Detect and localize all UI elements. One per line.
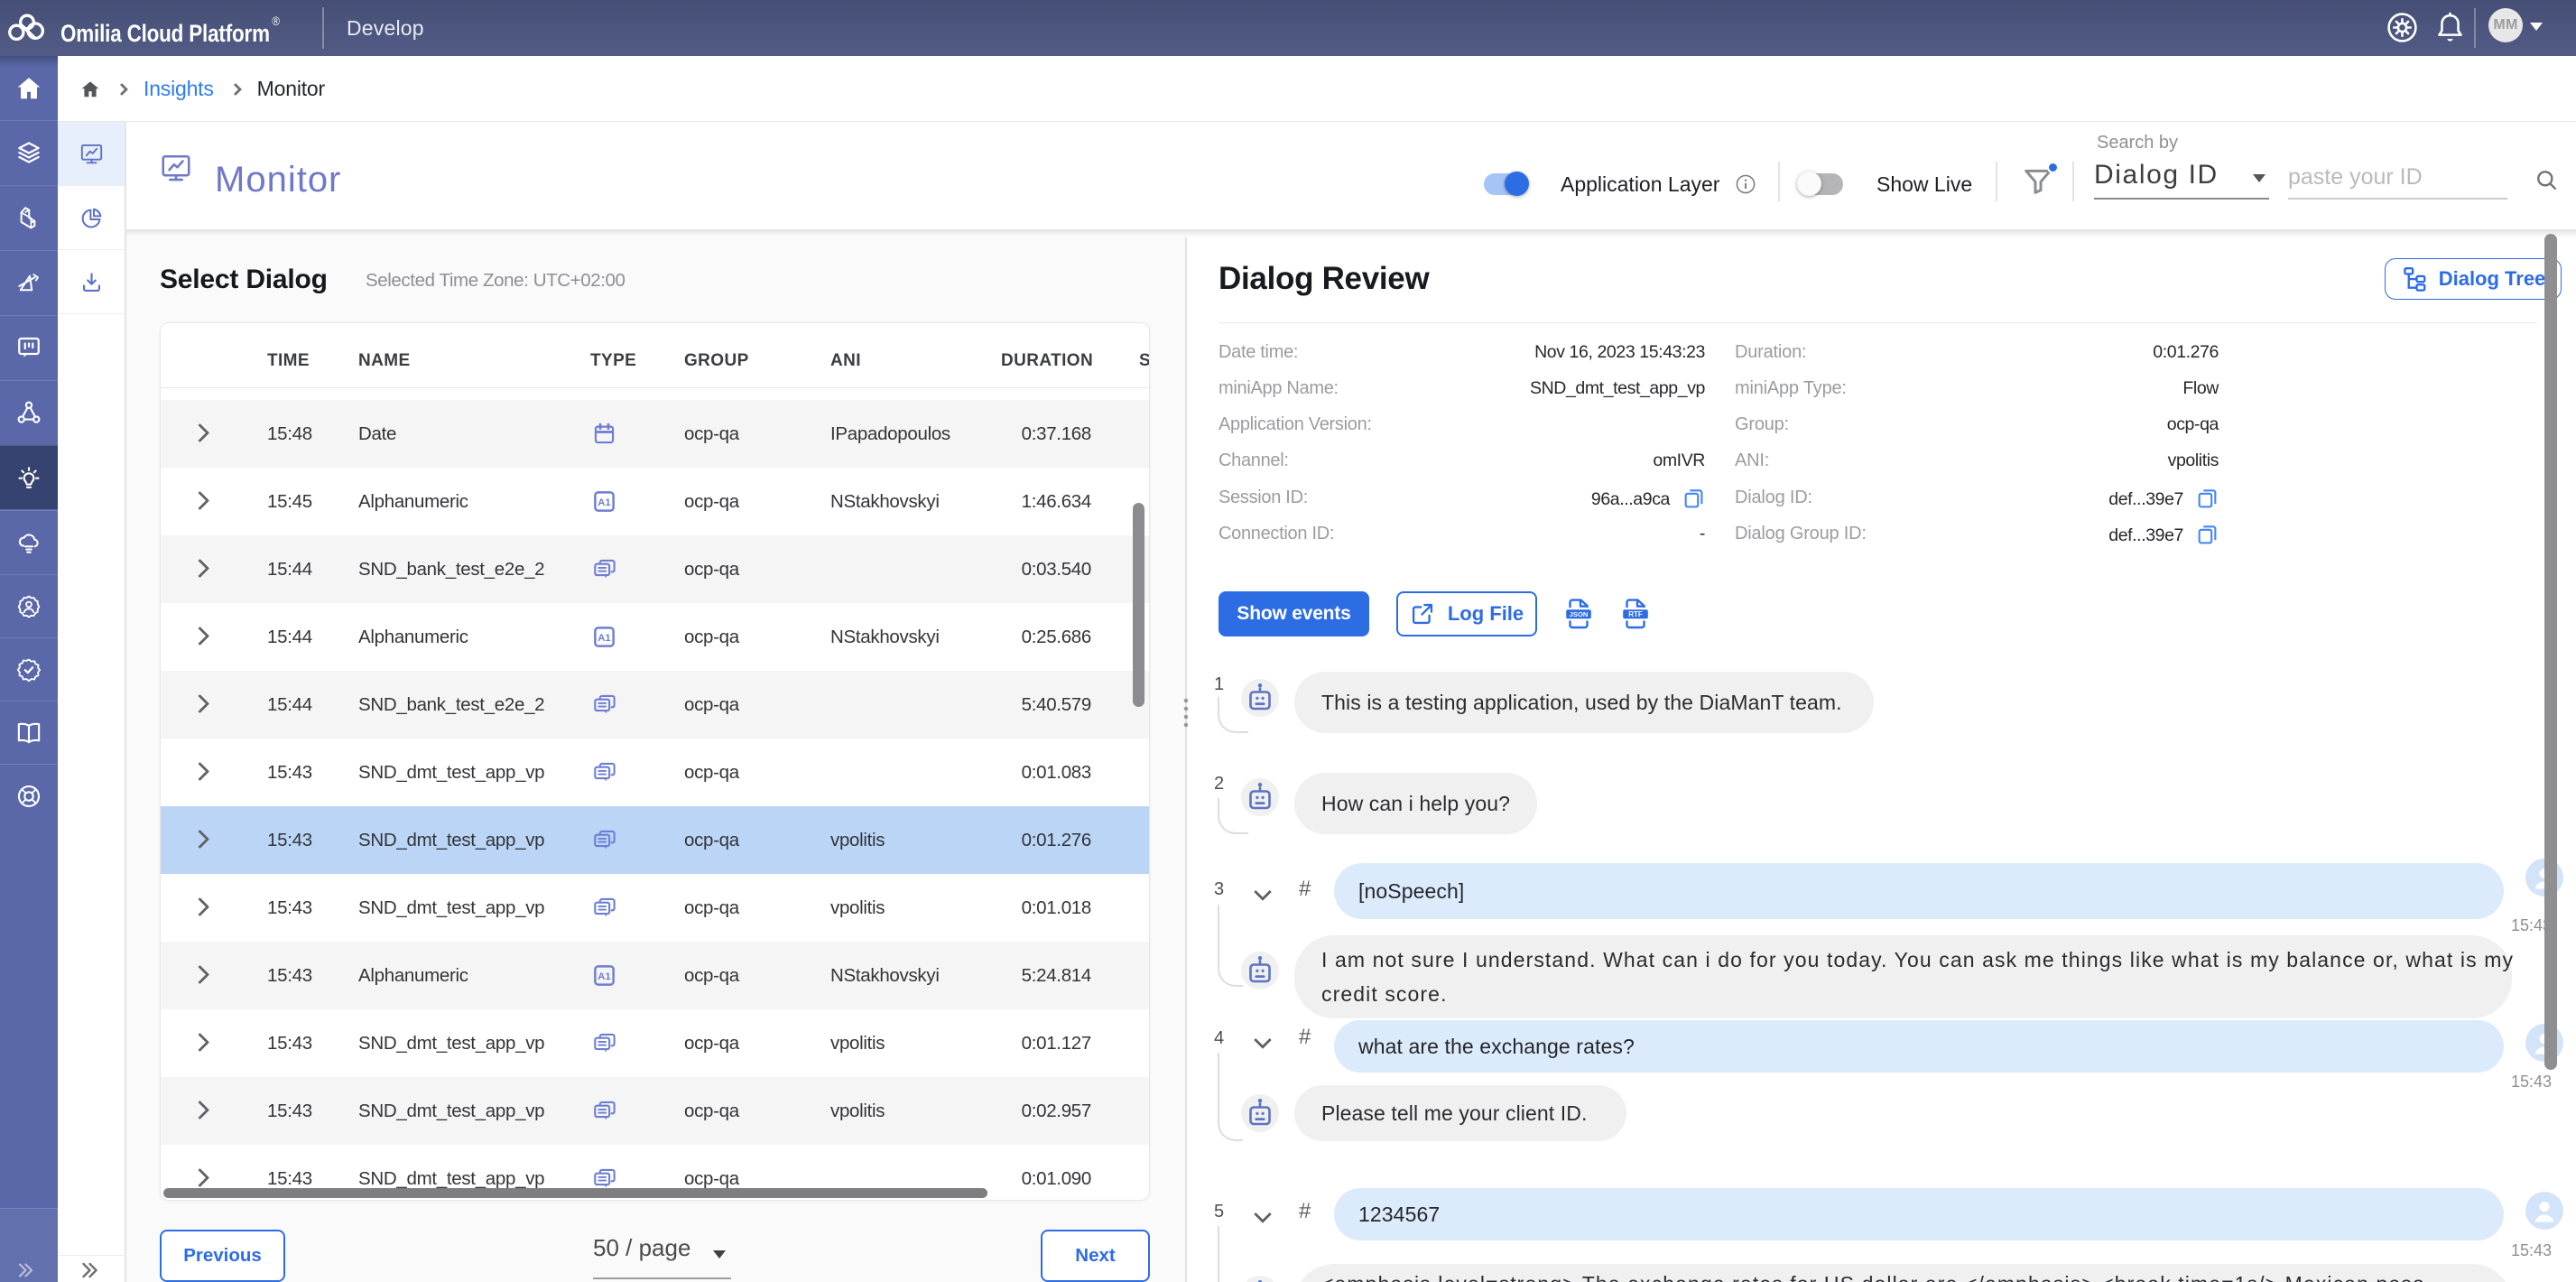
svg-text:JSON: JSON — [1570, 610, 1589, 618]
svg-text:RTF: RTF — [1628, 610, 1643, 618]
svg-text:A1: A1 — [598, 633, 610, 644]
svg-text:A1: A1 — [598, 497, 610, 508]
svg-text:A1: A1 — [598, 971, 610, 982]
